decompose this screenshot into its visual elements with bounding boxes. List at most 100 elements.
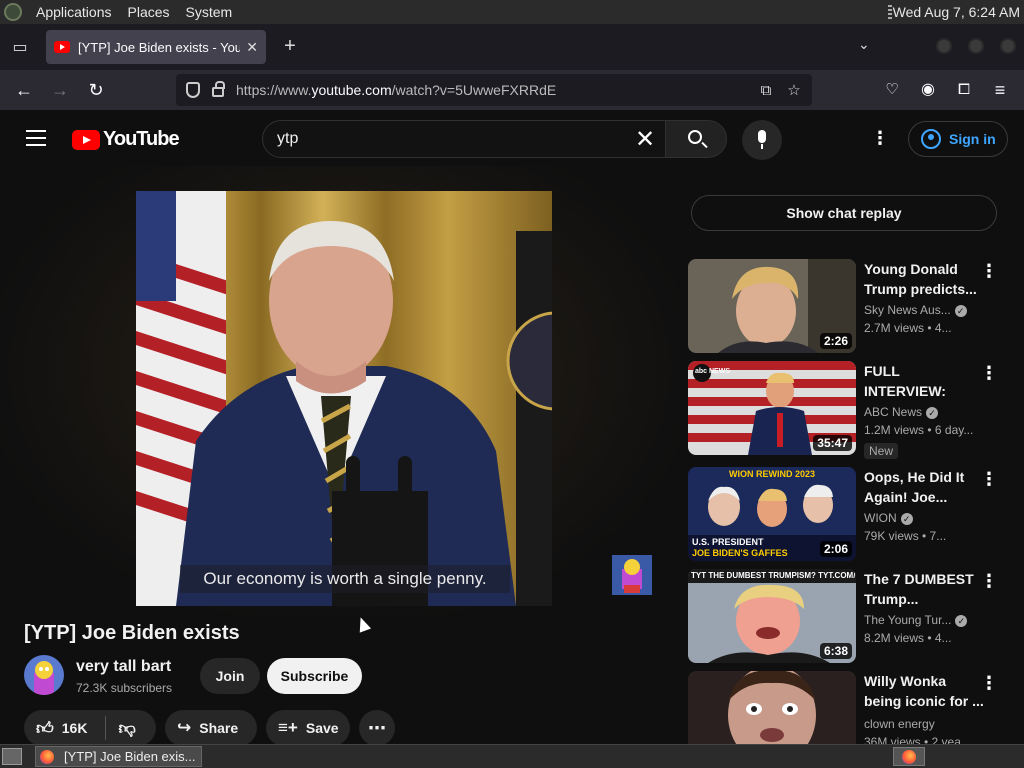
recommendation-thumbnail[interactable]: TYT THE DUMBEST TRUMPISM? TYT.COM/DUMB 6… [688, 569, 856, 663]
recommendation-thumbnail[interactable] [688, 671, 856, 744]
back-arrow-icon[interactable]: ← [12, 78, 36, 102]
taskbar-window-item[interactable]: [YTP] Joe Biden exis... [35, 746, 202, 767]
like-dislike-group: 👍︎ 16K 👎︎ [24, 710, 156, 746]
url-text[interactable]: https://www.youtube.com/watch?v=5UwweFXR… [236, 82, 756, 98]
recommendation-title[interactable]: Willy Wonka being iconic for ... [864, 671, 984, 711]
clear-search-icon[interactable]: ✕ [625, 125, 665, 154]
more-horizontal-icon: ⋯ [368, 717, 386, 738]
recommendation-item[interactable]: TYT THE DUMBEST TRUMPISM? TYT.COM/DUMB 6… [688, 569, 1008, 663]
forward-arrow-icon[interactable]: → [48, 78, 72, 102]
sign-in-button[interactable]: Sign in [908, 121, 1008, 157]
url-domain: youtube.com [311, 82, 392, 98]
verified-check-icon: ✓ [926, 406, 939, 419]
recommendation-item[interactable]: 2:26 Young Donald Trump predicts... Sky … [688, 259, 1008, 353]
recommendation-meta: 36M views • 2 yea... [864, 735, 971, 744]
recommendation-meta: 8.2M views • 4... [864, 631, 952, 645]
recommendation-thumbnail[interactable]: abc NEWS 35:47 [688, 361, 856, 455]
settings-kebab-icon[interactable]: ⋮ [870, 128, 890, 148]
like-count[interactable]: 16K [62, 720, 88, 736]
dislike-thumb-icon[interactable]: 👎︎ [118, 718, 135, 739]
window-close-button[interactable] [1000, 38, 1016, 54]
browser-tab-active[interactable]: [YTP] Joe Biden exists - YouTube ✕ [46, 30, 266, 64]
channel-avatar[interactable] [24, 655, 64, 695]
subscribe-button[interactable]: Subscribe [267, 658, 362, 694]
recommendation-kebab-icon[interactable]: ⋮ [980, 261, 998, 282]
recommendation-kebab-icon[interactable]: ⋮ [980, 363, 998, 384]
new-tab-button[interactable]: + [278, 34, 302, 58]
save-button[interactable]: ≡+ Save [266, 710, 350, 746]
lock-icon[interactable] [212, 81, 225, 97]
recommendation-kebab-icon[interactable]: ⋮ [980, 571, 998, 592]
video-duration: 35:47 [813, 435, 852, 451]
share-button[interactable]: ↪ Share [165, 710, 257, 746]
tab-close-icon[interactable]: ✕ [246, 39, 258, 56]
sign-in-label: Sign in [949, 131, 996, 147]
recommendation-title[interactable]: FULL INTERVIEW: Donald Trump... [864, 361, 984, 401]
panel-clock[interactable]: Wed Aug 7, 6:24 AM [893, 4, 1020, 20]
recommendation-channel-name: WION [864, 511, 897, 525]
extensions-puzzle-icon[interactable]: ⧠ [952, 78, 976, 102]
mouse-cursor [354, 615, 372, 633]
recommendation-channel: clown energy [864, 717, 935, 731]
thumb-overlay-top: WION REWIND 2023 [728, 469, 815, 479]
video-frame[interactable]: Our economy is worth a single penny. [136, 191, 552, 606]
app-menu-icon[interactable]: ≡ [988, 78, 1012, 102]
like-thumb-icon[interactable]: 👍︎ [36, 718, 54, 739]
recommendation-channel: Sky News Aus... ✓ [864, 303, 967, 317]
distro-logo-icon[interactable] [4, 3, 22, 21]
places-menu[interactable]: Places [128, 4, 170, 20]
search-button[interactable] [665, 120, 727, 158]
more-actions-button[interactable]: ⋯ [359, 710, 395, 746]
verified-check-icon: ✓ [954, 304, 967, 317]
guide-menu-icon[interactable] [26, 130, 46, 146]
url-bar[interactable]: https://www.youtube.com/watch?v=5UwweFXR… [176, 74, 812, 106]
recommendation-meta: 1.2M views • 6 day... [864, 423, 974, 437]
recommendation-title[interactable]: Young Donald Trump predicts... [864, 259, 984, 299]
recommendation-kebab-icon[interactable]: ⋮ [980, 673, 998, 694]
subscriber-count: 72.3K subscribers [76, 681, 173, 695]
list-all-tabs-chevron-icon[interactable]: ⌄ [858, 36, 870, 53]
save-playlist-icon: ≡+ [278, 718, 298, 737]
channel-watermark-icon[interactable] [612, 555, 652, 595]
firefox-view-icon[interactable]: ▭ [8, 36, 32, 60]
recommendation-thumbnail[interactable]: WION REWIND 2023 U.S. PRESIDENT JOE BIDE… [688, 467, 856, 561]
video-player[interactable]: Our economy is worth a single penny. [0, 166, 680, 616]
join-button[interactable]: Join [200, 658, 260, 694]
window-maximize-button[interactable] [968, 38, 984, 54]
recommendation-meta: 79K views • 7... [864, 529, 947, 543]
show-desktop-icon[interactable] [2, 748, 22, 765]
reload-icon[interactable]: ↻ [84, 78, 108, 102]
search-icon [688, 130, 702, 144]
applications-menu[interactable]: Applications [36, 4, 112, 20]
tray-firefox-item[interactable] [893, 747, 925, 766]
firefox-icon [40, 749, 54, 764]
recommendation-item[interactable]: abc NEWS 35:47 FULL INTERVIEW: Donald Tr… [688, 361, 1008, 459]
recommendation-kebab-icon[interactable]: ⋮ [980, 469, 998, 490]
new-badge: New [864, 443, 899, 459]
recommendation-channel: The Young Tur... ✓ [864, 613, 968, 627]
recommendation-item[interactable]: WION REWIND 2023 U.S. PRESIDENT JOE BIDE… [688, 467, 1008, 561]
pocket-icon[interactable]: ♡ [880, 78, 904, 102]
picture-in-picture-icon[interactable]: ⧉ [756, 82, 776, 99]
bookmark-star-icon[interactable]: ☆ [784, 81, 804, 99]
channel-name[interactable]: very tall bart [76, 658, 171, 676]
recommendation-channel-name: ABC News [864, 405, 923, 419]
recommendation-item[interactable]: Willy Wonka being iconic for ... clown e… [688, 671, 1008, 744]
voice-search-mic-icon[interactable] [742, 120, 782, 160]
tracking-shield-icon[interactable] [186, 82, 200, 98]
search-input[interactable]: ytp ✕ [262, 120, 666, 158]
show-chat-replay-button[interactable]: Show chat replay [691, 195, 997, 231]
recommendation-thumbnail[interactable]: 2:26 [688, 259, 856, 353]
taskbar: [YTP] Joe Biden exis... [0, 744, 1024, 768]
share-arrow-icon: ↪ [177, 718, 192, 737]
youtube-header: YouTube ytp ✕ ⋮ Sign in [0, 110, 1024, 166]
recommendation-title[interactable]: The 7 DUMBEST Trump... [864, 569, 984, 609]
recommendation-title[interactable]: Oops, He Did It Again! Joe... [864, 467, 984, 507]
window-minimize-button[interactable] [936, 38, 952, 54]
youtube-favicon-icon [54, 41, 70, 53]
account-icon[interactable]: ◉ [916, 78, 940, 102]
search-input-value[interactable]: ytp [277, 130, 625, 148]
thumb-overlay-banner: TYT THE DUMBEST TRUMPISM? TYT.COM/DUMB [691, 571, 856, 580]
youtube-logo[interactable]: YouTube [72, 128, 180, 151]
system-menu[interactable]: System [186, 4, 233, 20]
